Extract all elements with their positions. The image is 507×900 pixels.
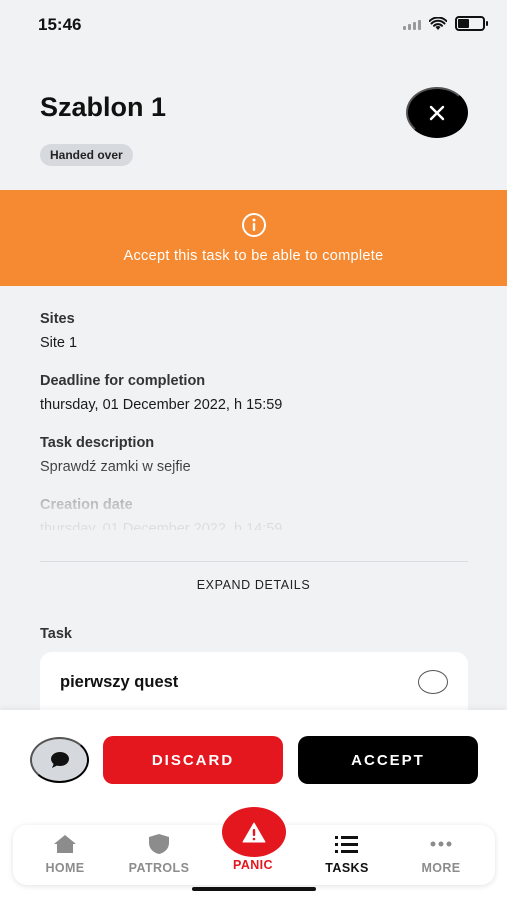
sites-field: Sites Site 1: [40, 311, 468, 351]
tab-more-label: MORE: [421, 861, 461, 875]
creation-date-label: Creation date: [40, 497, 133, 513]
deadline-field: Deadline for completion thursday, 01 Dec…: [40, 373, 468, 413]
description-value: Sprawdź zamki w sejfie: [40, 459, 191, 475]
banner-message: Accept this task to be able to complete: [123, 248, 384, 264]
close-icon: [429, 105, 445, 120]
home-icon: [54, 835, 76, 853]
description-label: Task description: [40, 435, 155, 451]
chat-bubble-icon: [50, 752, 69, 768]
deadline-label: Deadline for completion: [40, 373, 206, 389]
status-icons: [403, 16, 488, 31]
tab-panic[interactable]: PANIC: [207, 858, 299, 872]
creation-date-value: thursday, 01 December 2022, h 14:59: [40, 521, 283, 530]
shield-icon: [149, 834, 169, 854]
expand-details-button[interactable]: EXPAND DETAILS: [0, 578, 507, 592]
battery-icon: [455, 16, 488, 31]
description-field: Task description Sprawdź zamki w sejfie: [40, 435, 468, 475]
page-title: Szablon 1: [40, 92, 167, 122]
close-button[interactable]: [406, 87, 468, 138]
warning-icon: [242, 822, 266, 843]
task-checkbox[interactable]: [418, 670, 448, 694]
cellular-signal-icon: [403, 18, 421, 30]
sites-label: Sites: [40, 311, 75, 327]
task-item[interactable]: pierwszy quest: [40, 652, 468, 712]
tab-home[interactable]: HOME: [19, 833, 111, 875]
list-icon: [335, 836, 358, 853]
more-icon: [430, 841, 452, 847]
accept-button[interactable]: ACCEPT: [298, 736, 478, 784]
task-item-name: pierwszy quest: [60, 672, 179, 691]
task-section-label: Task: [40, 626, 72, 642]
deadline-value: thursday, 01 December 2022, h 15:59: [40, 397, 283, 413]
panic-button[interactable]: [222, 807, 286, 857]
tab-tasks[interactable]: TASKS: [301, 833, 393, 875]
sites-value: Site 1: [40, 335, 78, 351]
tab-more[interactable]: MORE: [395, 833, 487, 875]
info-icon: [241, 213, 266, 237]
chat-button[interactable]: [30, 737, 89, 783]
tab-patrols-label: PATROLS: [128, 861, 190, 875]
tab-home-label: HOME: [45, 861, 85, 875]
wifi-icon: [429, 16, 447, 30]
divider: [40, 561, 468, 562]
tab-patrols[interactable]: PATROLS: [113, 833, 205, 875]
tab-tasks-label: TASKS: [325, 861, 369, 875]
home-indicator: [192, 887, 316, 891]
accept-required-banner: Accept this task to be able to complete: [0, 190, 507, 286]
creation-date-field: Creation date thursday, 01 December 2022…: [40, 497, 468, 530]
task-details: Sites Site 1 Deadline for completion thu…: [40, 311, 468, 530]
status-time: 15:46: [38, 15, 82, 34]
status-badge: Handed over: [40, 144, 133, 166]
status-bar: 15:46: [0, 0, 507, 50]
collapsed-details: Task description Sprawdź zamki w sejfie …: [40, 435, 468, 530]
tab-panic-label: PANIC: [233, 858, 273, 872]
discard-button[interactable]: DISCARD: [103, 736, 283, 784]
